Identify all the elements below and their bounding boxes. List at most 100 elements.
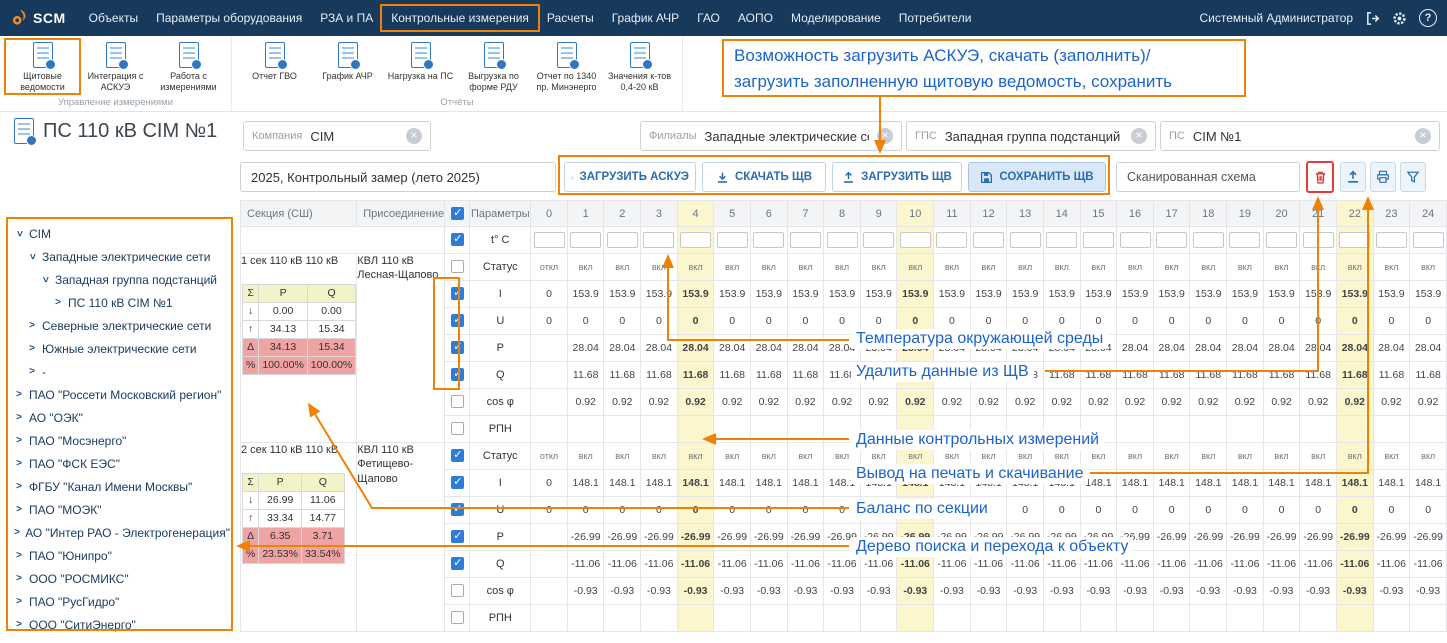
nav-item-2[interactable]: РЗА и ПА [311,6,382,30]
tree-item-11[interactable]: >ФГБУ "Канал Имени Москвы" [12,475,230,498]
nav-item-4[interactable]: Расчеты [538,6,603,30]
temp-input-h19[interactable] [1229,232,1260,248]
filter-substation[interactable]: ПСCIM №1× [1160,121,1440,151]
delete-schv-button[interactable] [1306,161,1334,193]
period-select[interactable]: 2025, Контрольный замер (лето 2025) [240,162,556,192]
temp-input-h7[interactable] [790,232,821,248]
temp-input-h2[interactable] [607,232,638,248]
filter-substation-group[interactable]: ГПСЗападная группа подстанций× [906,121,1156,151]
toolbar-item-0-0[interactable]: Щитовые ведомости [6,40,79,93]
print-button[interactable] [1370,162,1396,192]
param-row-checkbox[interactable] [451,395,464,408]
toolbar-item-1-1[interactable]: График АЧР [311,40,384,82]
temp-input-h5[interactable] [717,232,748,248]
param-row-checkbox[interactable] [451,530,464,543]
temp-input-h16[interactable] [1120,232,1151,248]
param-row-checkbox[interactable] [451,260,464,273]
filter-company[interactable]: КомпанияCIM× [243,121,431,151]
select-all-checkbox[interactable] [451,207,464,220]
param-row-checkbox[interactable] [451,368,464,381]
temp-input-h14[interactable] [1046,232,1077,248]
param-row-checkbox[interactable] [451,476,464,489]
temp-input-h12[interactable] [973,232,1004,248]
param-row-checkbox[interactable] [451,422,464,435]
save-schv-button[interactable]: СОХРАНИТЬ ЩВ [968,162,1106,192]
upload-file-button[interactable] [1340,162,1366,192]
temp-input-h21[interactable] [1303,232,1334,248]
temp-input-h8[interactable] [827,232,858,248]
param-row-checkbox[interactable] [451,314,464,327]
tree-item-17[interactable]: >ООО "СитиЭнерго" [12,613,230,636]
nav-item-6[interactable]: ГАО [688,6,729,30]
toolbar-item-1-5[interactable]: Значения к-тов 0,4-20 кВ [603,40,676,93]
temp-input-h3[interactable] [643,232,674,248]
download-schv-button[interactable]: СКАЧАТЬ ЩВ [702,162,826,192]
filter-branches[interactable]: ФилиалыЗападные электрические сети× [640,121,902,151]
filter-button[interactable] [1400,162,1426,192]
tree-item-7[interactable]: >ПАО "Россети Московский регион" [12,383,230,406]
temp-input-h9[interactable] [863,232,894,248]
settings-gear-icon[interactable] [1392,11,1407,26]
clear-icon[interactable]: × [1131,128,1147,144]
nav-item-3[interactable]: Контрольные измерения [382,6,538,30]
logout-icon[interactable] [1365,11,1380,26]
temp-input-h18[interactable] [1193,232,1224,248]
temp-input-h11[interactable] [936,232,967,248]
nav-item-8[interactable]: Моделирование [782,6,890,30]
temp-input-h15[interactable] [1083,232,1114,248]
toolbar-item-1-0[interactable]: Отчет ГВО [238,40,311,82]
temp-input-h23[interactable] [1376,232,1407,248]
tree-item-4[interactable]: >Северные электрические сети [12,314,230,337]
nav-item-5[interactable]: График АЧР [603,6,688,30]
clear-icon[interactable]: × [406,128,422,144]
param-row-checkbox[interactable] [451,611,464,624]
toolbar-item-1-2[interactable]: Нагрузка на ПС [384,40,457,82]
clear-icon[interactable]: × [877,128,893,144]
nav-item-7[interactable]: АОПО [729,6,782,30]
help-icon[interactable]: ? [1419,9,1437,27]
param-row-checkbox[interactable] [451,287,464,300]
tree-item-12[interactable]: >ПАО "МОЭК" [12,498,230,521]
tree-item-10[interactable]: >ПАО "ФСК ЕЭС" [12,452,230,475]
param-row-checkbox[interactable] [451,449,464,462]
load-askue-button[interactable]: ЗАГРУЗИТЬ АСКУЭ [564,162,696,192]
tree-item-15[interactable]: >ООО "РОСМИКС" [12,567,230,590]
temp-input-h17[interactable] [1156,232,1187,248]
toolbar-item-1-4[interactable]: Отчет по 1340 пр. Минэнерго [530,40,603,93]
temp-input-h13[interactable] [1010,232,1041,248]
temp-input-h24[interactable] [1413,232,1444,248]
app-logo[interactable]: SCM [10,9,66,27]
temp-input-h4[interactable] [680,232,711,248]
toolbar-item-0-2[interactable]: Работа с измерениями [152,40,225,93]
temp-input-h10[interactable] [900,232,931,248]
temp-input-h20[interactable] [1266,232,1297,248]
param-row-checkbox[interactable] [451,557,464,570]
toolbar-item-0-1[interactable]: Интеграция с АСКУЭ [79,40,152,93]
nav-item-9[interactable]: Потребители [890,6,981,30]
tree-item-2[interactable]: >Западная группа подстанций [12,268,230,291]
nav-item-1[interactable]: Параметры оборудования [147,6,311,30]
tree-item-5[interactable]: >Южные электрические сети [12,337,230,360]
tree-item-3[interactable]: >ПС 110 кВ CIM №1 [12,291,230,314]
toolbar-item-1-3[interactable]: Выгрузка по форме РДУ [457,40,530,93]
temp-input-h1[interactable] [570,232,601,248]
temp-input-h6[interactable] [753,232,784,248]
param-row-checkbox[interactable] [451,341,464,354]
tree-item-8[interactable]: >АО "ОЭК" [12,406,230,429]
tree-item-1[interactable]: >Западные электрические сети [12,245,230,268]
param-row-checkbox[interactable] [451,503,464,516]
scheme-select[interactable]: Сканированная схема [1116,162,1300,192]
tree-item-16[interactable]: >ПАО "РусГидро" [12,590,230,613]
temp-row-checkbox[interactable] [451,233,464,246]
load-schv-button[interactable]: ЗАГРУЗИТЬ ЩВ [832,162,962,192]
tree-item-6[interactable]: >- [12,360,230,383]
tree-item-13[interactable]: >АО "Интер РАО - Электрогенерация" [12,521,230,544]
temp-input-h0[interactable] [534,232,565,248]
nav-item-0[interactable]: Объекты [80,6,148,30]
temp-input-h22[interactable] [1339,232,1370,248]
tree-item-9[interactable]: >ПАО "Мосэнерго" [12,429,230,452]
clear-icon[interactable]: × [1415,128,1431,144]
param-row-checkbox[interactable] [451,584,464,597]
tree-item-14[interactable]: >ПАО "Юнипро" [12,544,230,567]
tree-item-0[interactable]: >CIM [12,222,230,245]
